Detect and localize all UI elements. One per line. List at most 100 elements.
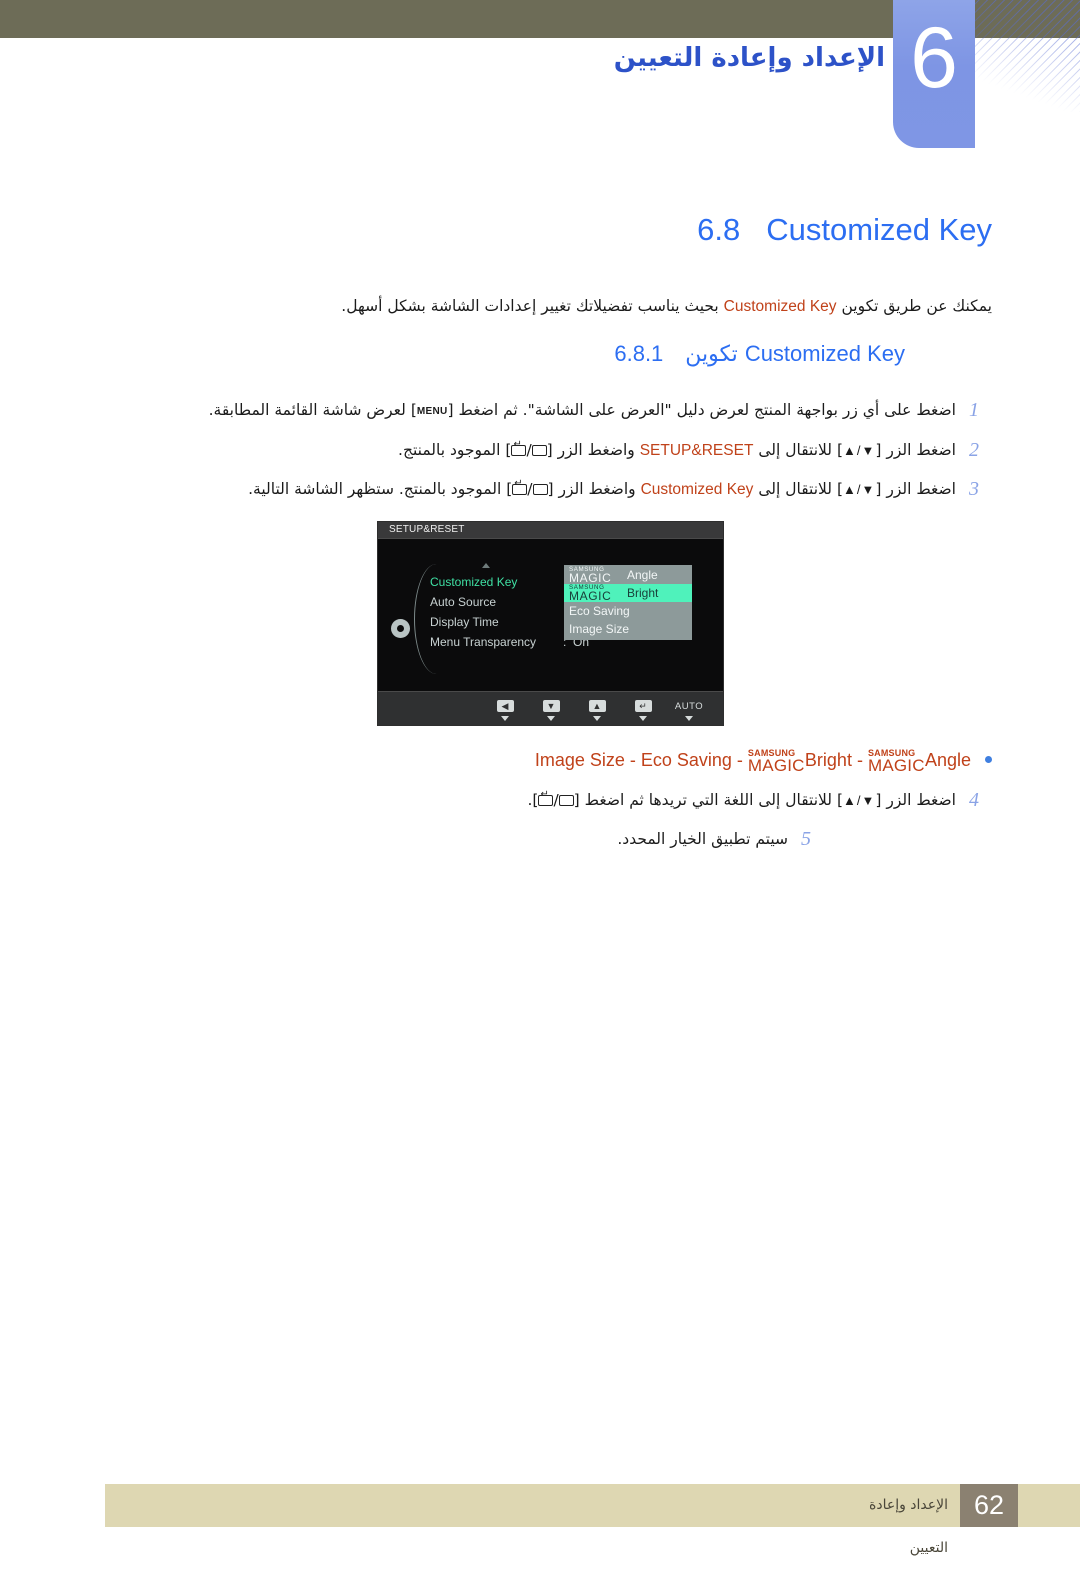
dropdown-item-suffix: Image Size (569, 622, 630, 636)
down-arrow-icon: ▼ (542, 700, 560, 712)
bullet-angle: Angle (924, 750, 971, 770)
osd-screenshot: SETUP&RESET Customized Key : Auto Source… (377, 521, 724, 726)
step-number: 3 (969, 478, 979, 500)
dropdown-item-magic-angle[interactable]: SAMSUNG MAGIC Angle (564, 566, 692, 584)
key-tick-icon (685, 716, 693, 721)
osd-menu-item-auto-source[interactable]: Auto Source : (430, 592, 566, 612)
chapter-number-block: 6 (893, 0, 975, 148)
step-number: 1 (969, 399, 979, 421)
step4-part2: ] للانتقال إلى اللغة التي تريدها ثم اضغط… (573, 791, 843, 809)
auto-label: AUTO (674, 701, 704, 712)
intro-text-before: يمكنك عن طريق تكوين (836, 297, 992, 315)
menu-key-label: MENU (416, 406, 448, 417)
step-item: 1 اضغط على أي زر بواجهة المنتج لعرض دليل… (180, 398, 992, 424)
step-text: اضغط على أي زر بواجهة المنتج لعرض دليل "… (180, 398, 956, 424)
dropdown-item-magic-bright[interactable]: SAMSUNG MAGIC Bright (564, 584, 692, 602)
bullet-line: Image Size - Eco Saving - SAMSUNG MAGIC Br… (180, 748, 992, 775)
osd-key-enter[interactable]: ↵ (628, 696, 658, 721)
osd-key-power[interactable]: ⏻ (720, 696, 723, 721)
diagonal-stripes-decoration (975, 0, 1080, 112)
intro-text-after: بحيث يناسب تفضيلاتك تغيير إعدادات الشاشة… (341, 297, 724, 315)
step3-part2: ] للانتقال إلى (753, 480, 843, 498)
magic-label: MAGIC (867, 756, 925, 775)
enter-icon: ↵ (634, 700, 652, 712)
step4-part3: ]. (527, 791, 539, 809)
osd-menu-item-menu-transparency[interactable]: Menu Transparency : On (430, 632, 589, 652)
osd-menu-label: Display Time (430, 615, 499, 629)
step1-part2: ] لعرض شاشة القائمة المطابقة. (208, 401, 417, 419)
osd-key-down[interactable]: ▼ (536, 696, 566, 721)
bullet-items: Image Size - Eco Saving - SAMSUNG MAGIC Br… (534, 748, 971, 775)
step1-part1: اضغط على أي زر بواجهة المنتج لعرض دليل "… (447, 401, 956, 419)
osd-menu-label: Menu Transparency (430, 635, 537, 649)
step2-term: SETUP&RESET (639, 442, 754, 459)
dropdown-item-eco-saving[interactable]: Eco Saving (564, 602, 692, 620)
step2-part1: اضغط الزر [ (875, 441, 956, 459)
step-text: اضغط الزر [▲/▼] للانتقال إلى Customized … (180, 477, 956, 502)
subsection-label-arabic: تكوين (685, 342, 738, 367)
enter-key-icon (538, 790, 554, 806)
step4-part1: اضغط الزر [ (875, 791, 956, 809)
source-box-icon (531, 445, 547, 456)
bullet-bright: Bright (804, 750, 852, 770)
source-box-icon (558, 795, 574, 806)
osd-menu-item-display-time[interactable]: Display Time : (430, 612, 566, 632)
osd-footer-bar: ◀ ▼ ▲ ↵ AUTO ⏻ (378, 691, 723, 725)
step2-part4: ] الموجود بالمنتج. (398, 441, 512, 459)
step3-term: Customized Key (640, 481, 754, 498)
magic-label: MAGIC (569, 589, 612, 603)
step-text: اضغط الزر [▲/▼] للانتقال إلى SETUP&RESET… (180, 438, 956, 463)
step-number: 2 (969, 439, 979, 461)
magic-logo: SAMSUNG MAGIC (868, 748, 925, 775)
section-heading-number: 6.8 (697, 212, 741, 247)
gear-icon (391, 619, 410, 638)
step3-part4: ] الموجود بالمنتج. ستظهر الشاشة التالية. (248, 480, 513, 498)
bullet-dot-icon (985, 756, 992, 763)
step-number: 4 (969, 789, 979, 811)
dropdown-item-suffix: Angle (627, 568, 658, 582)
osd-key-guide: ◀ ▼ ▲ ↵ AUTO ⏻ (490, 696, 723, 721)
osd-dropdown-panel: SAMSUNG MAGIC Angle SAMSUNG MAGIC Bright… (564, 565, 692, 640)
page-number-box: 62 (960, 1484, 1018, 1527)
osd-menu-label: Auto Source (430, 595, 497, 609)
slash2: / (526, 441, 532, 459)
osd-menu-list: Customized Key : Auto Source : Display T… (430, 572, 589, 652)
arrow-keys-glyph: ▲/▼ (843, 482, 876, 497)
slash3: / (527, 480, 533, 498)
arrow-keys-glyph: ▲/▼ (843, 793, 876, 808)
step3-part1: اضغط الزر [ (875, 480, 956, 498)
step2-part3: واضغط الزر [ (546, 441, 640, 459)
osd-key-up[interactable]: ▲ (582, 696, 612, 721)
dropdown-item-suffix: Eco Saving (569, 604, 630, 618)
steps-list: 1 اضغط على أي زر بواجهة المنتج لعرض دليل… (180, 398, 992, 516)
step-item: 2 اضغط الزر [▲/▼] للانتقال إلى SETUP&RES… (180, 438, 992, 463)
osd-key-left[interactable]: ◀ (490, 696, 520, 721)
left-arrow-icon: ◀ (496, 700, 514, 712)
scroll-up-arrow-icon (482, 563, 490, 568)
subsection-label-latin: Customized Key (744, 341, 905, 366)
bullet-plain-items: Image Size - Eco Saving - (534, 750, 748, 770)
step3-part3: واضغط الزر [ (547, 480, 641, 498)
subsection-heading: Customized Key تكوين 6.8.1 (614, 341, 905, 367)
enter-key-icon (511, 440, 527, 456)
magic-label: MAGIC (747, 756, 805, 775)
magic-logo: SAMSUNG MAGIC (748, 748, 805, 775)
step2-part2: ] للانتقال إلى (753, 441, 843, 459)
section-heading: Customized Key 6.8 (697, 212, 992, 248)
slash4: / (553, 791, 559, 809)
key-tick-icon (639, 716, 647, 721)
osd-menu-label: Customized Key (430, 575, 518, 589)
footer-chapter-text: الإعداد وإعادة التعيين (869, 1497, 948, 1556)
osd-title: SETUP&RESET (389, 524, 465, 535)
dropdown-item-image-size[interactable]: Image Size (564, 620, 692, 638)
key-tick-icon (593, 716, 601, 721)
intro-paragraph: يمكنك عن طريق تكوين Customized Key بحيث … (182, 293, 992, 320)
step-text: اضغط الزر [▲/▼] للانتقال إلى اللغة التي … (180, 788, 956, 813)
arrow-keys-glyph: ▲/▼ (843, 443, 876, 458)
step-item: 3 اضغط الزر [▲/▼] للانتقال إلى Customize… (180, 477, 992, 502)
enter-key-icon (512, 479, 528, 495)
osd-key-auto[interactable]: AUTO (674, 696, 704, 721)
key-tick-icon (501, 716, 509, 721)
chapter-title: الإعداد وإعادة التعيين (613, 43, 885, 73)
osd-menu-item-customized-key[interactable]: Customized Key : (430, 572, 566, 592)
